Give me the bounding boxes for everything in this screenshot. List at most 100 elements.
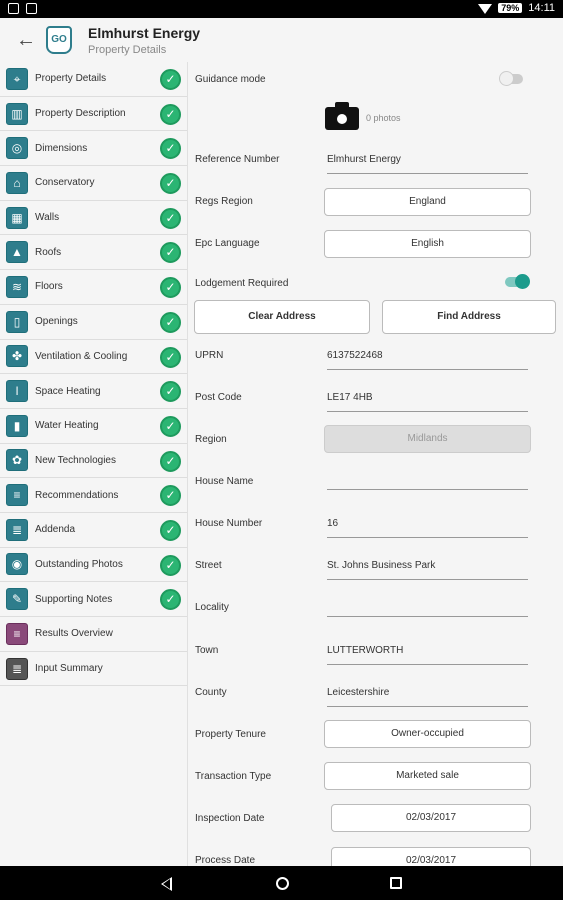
sidebar-item-label: Property Description xyxy=(35,108,126,120)
building-description-icon: ▥ xyxy=(6,102,28,125)
summary-icon: ≣ xyxy=(6,657,28,680)
nav-back-icon[interactable] xyxy=(161,877,172,891)
recommendations-document-icon: ≡ xyxy=(6,484,28,507)
complete-check-icon: ✓ xyxy=(160,554,181,576)
location-pin-icon: ⌖ xyxy=(6,67,28,90)
brick-wall-icon: ▦ xyxy=(6,206,28,229)
reference-number-label: Reference Number xyxy=(195,154,280,165)
property-details-form: Guidance mode 0 photos Reference Number … xyxy=(188,62,563,875)
post-code-label: Post Code xyxy=(195,392,242,403)
technology-icon: ✿ xyxy=(6,449,28,472)
sidebar-item-label: Supporting Notes xyxy=(35,593,113,605)
water-cylinder-icon: ▮ xyxy=(6,414,28,437)
complete-check-icon: ✓ xyxy=(160,450,181,472)
house-number-label: House Number xyxy=(195,518,263,529)
app-bar: ← GO Elmhurst Energy Property Details xyxy=(0,18,563,62)
sidebar-item-supporting-notes[interactable]: ✎ Supporting Notes ✓ xyxy=(0,582,187,617)
sidebar-item-label: Space Heating xyxy=(35,385,101,397)
house-number-field[interactable]: 16 xyxy=(327,518,528,538)
locality-field[interactable] xyxy=(327,597,528,617)
nav-recents-icon[interactable] xyxy=(390,877,402,889)
sidebar-item-walls[interactable]: ▦ Walls ✓ xyxy=(0,201,187,236)
guidance-mode-toggle[interactable] xyxy=(499,71,523,86)
transaction-type-select[interactable]: Marketed sale xyxy=(324,762,531,790)
transaction-type-label: Transaction Type xyxy=(195,771,272,782)
nav-home-icon[interactable] xyxy=(276,877,289,890)
camera-icon[interactable] xyxy=(325,102,359,130)
sidebar-item-new-technologies[interactable]: ✿ New Technologies ✓ xyxy=(0,444,187,479)
image-notification-icon xyxy=(26,3,37,14)
complete-check-icon: ✓ xyxy=(160,589,181,611)
notification-icons xyxy=(8,3,37,14)
section-sidebar: ⌖ Property Details ✓ ▥ Property Descript… xyxy=(0,62,188,866)
complete-check-icon: ✓ xyxy=(160,485,181,507)
sidebar-item-label: Ventilation & Cooling xyxy=(35,350,128,362)
property-tenure-select[interactable]: Owner-occupied xyxy=(324,720,531,748)
sidebar-item-label: Water Heating xyxy=(35,420,99,432)
sidebar-item-label: Addenda xyxy=(35,524,76,536)
complete-check-icon: ✓ xyxy=(160,103,181,125)
sidebar-item-label: Dimensions xyxy=(35,142,88,154)
sidebar-item-label: Property Details xyxy=(35,73,107,85)
back-arrow-icon[interactable]: ← xyxy=(16,29,36,52)
town-label: Town xyxy=(195,645,219,656)
fan-icon: ✤ xyxy=(6,345,28,368)
complete-check-icon: ✓ xyxy=(160,242,181,264)
complete-check-icon: ✓ xyxy=(160,69,181,90)
battery-indicator: 79% xyxy=(498,3,523,13)
find-address-button[interactable]: Find Address xyxy=(382,300,556,334)
roof-icon: ▲ xyxy=(6,241,28,264)
door-icon: ▯ xyxy=(6,310,28,333)
street-field[interactable]: St. Johns Business Park xyxy=(327,560,528,580)
sidebar-item-label: New Technologies xyxy=(35,454,116,466)
sidebar-item-property-description[interactable]: ▥ Property Description ✓ xyxy=(0,97,187,132)
sidebar-item-outstanding-photos[interactable]: ◉ Outstanding Photos ✓ xyxy=(0,548,187,583)
inspection-date-picker[interactable]: 02/03/2017 xyxy=(331,804,531,832)
regs-region-select[interactable]: England xyxy=(324,188,531,216)
sidebar-item-conservatory[interactable]: ⌂ Conservatory ✓ xyxy=(0,166,187,201)
app-logo: GO xyxy=(46,26,72,54)
system-navigation-bar xyxy=(0,866,563,900)
page-title: Elmhurst Energy xyxy=(88,25,201,41)
uprn-field[interactable]: 6137522468 xyxy=(327,350,528,370)
locality-label: Locality xyxy=(195,602,229,613)
complete-check-icon: ✓ xyxy=(160,138,181,160)
results-icon: ≡ xyxy=(6,622,28,645)
uprn-label: UPRN xyxy=(195,350,224,361)
sidebar-item-property-details[interactable]: ⌖ Property Details ✓ xyxy=(0,62,187,97)
county-field[interactable]: Leicestershire xyxy=(327,687,528,707)
town-field[interactable]: LUTTERWORTH xyxy=(327,645,528,665)
lodgement-required-toggle[interactable] xyxy=(505,274,530,289)
sidebar-item-label: Openings xyxy=(35,316,78,328)
post-code-field[interactable]: LE17 4HB xyxy=(327,392,528,412)
sidebar-item-openings[interactable]: ▯ Openings ✓ xyxy=(0,305,187,340)
sidebar-item-space-heating[interactable]: ǀ Space Heating ✓ xyxy=(0,374,187,409)
sidebar-item-ventilation-cooling[interactable]: ✤ Ventilation & Cooling ✓ xyxy=(0,340,187,375)
epc-language-select[interactable]: English xyxy=(324,230,531,258)
sidebar-item-recommendations[interactable]: ≡ Recommendations ✓ xyxy=(0,478,187,513)
inspection-date-label: Inspection Date xyxy=(195,813,265,824)
clear-address-button[interactable]: Clear Address xyxy=(194,300,370,334)
sidebar-item-water-heating[interactable]: ▮ Water Heating ✓ xyxy=(0,409,187,444)
complete-check-icon: ✓ xyxy=(160,381,181,403)
sidebar-item-label: Conservatory xyxy=(35,177,95,189)
county-label: County xyxy=(195,687,227,698)
property-tenure-label: Property Tenure xyxy=(195,729,266,740)
region-label: Region xyxy=(195,434,227,445)
photos-count: 0 photos xyxy=(366,113,401,123)
camera-icon: ◉ xyxy=(6,553,28,576)
sidebar-item-dimensions[interactable]: ◎ Dimensions ✓ xyxy=(0,131,187,167)
sidebar-item-input-summary[interactable]: ≣ Input Summary xyxy=(0,652,187,687)
region-select: Midlands xyxy=(324,425,531,453)
reference-number-field[interactable]: Elmhurst Energy xyxy=(327,154,528,174)
page-subtitle: Property Details xyxy=(88,44,167,56)
sidebar-item-addenda[interactable]: ≣ Addenda ✓ xyxy=(0,513,187,548)
sidebar-item-floors[interactable]: ≋ Floors ✓ xyxy=(0,270,187,305)
sidebar-item-roofs[interactable]: ▲ Roofs ✓ xyxy=(0,235,187,271)
sidebar-item-label: Recommendations xyxy=(35,489,119,501)
floor-layers-icon: ≋ xyxy=(6,275,28,298)
complete-check-icon: ✓ xyxy=(160,519,181,541)
house-name-field[interactable] xyxy=(327,470,528,490)
complete-check-icon: ✓ xyxy=(160,207,181,229)
sidebar-item-results-overview[interactable]: ≡ Results Overview xyxy=(0,617,187,652)
